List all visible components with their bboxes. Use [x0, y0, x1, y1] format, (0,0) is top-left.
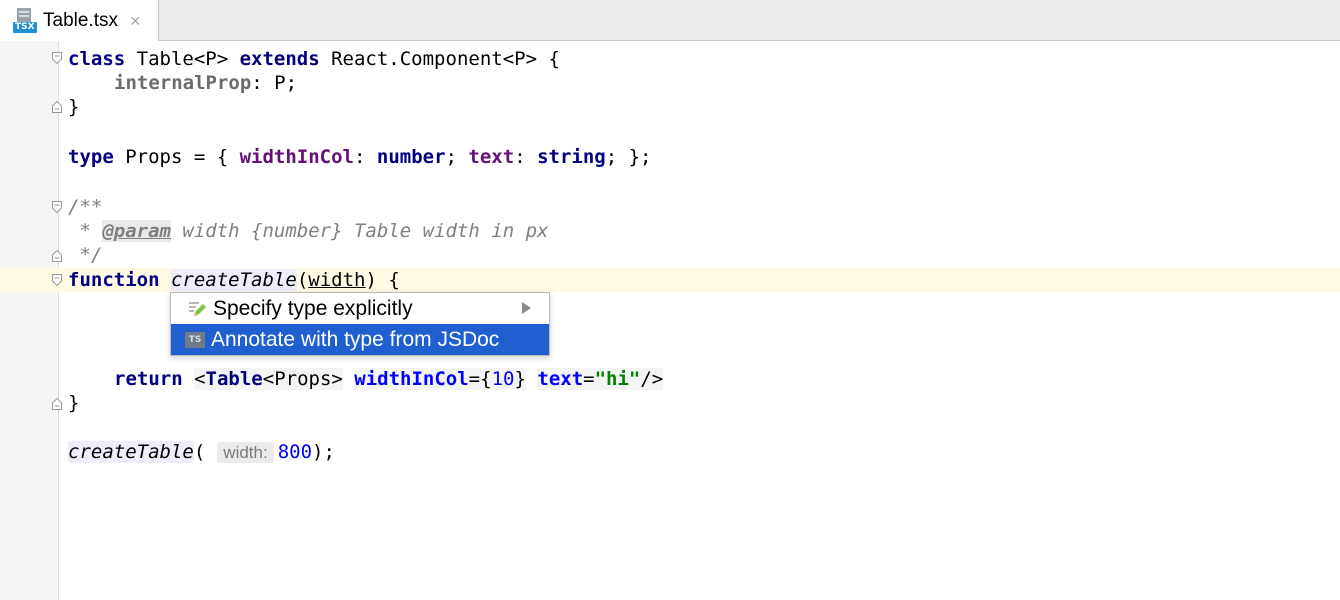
menu-item-annotate-jsdoc[interactable]: TS Annotate with type from JSDoc [171, 324, 549, 355]
fold-start-icon[interactable] [52, 201, 62, 213]
submenu-arrow-icon [522, 302, 531, 314]
code-line[interactable]: function createTable(width) { [68, 268, 400, 292]
code-line[interactable]: createTable(width: 800); [68, 440, 335, 464]
code-line[interactable]: } [68, 95, 79, 119]
fold-start-icon[interactable] [52, 52, 62, 64]
menu-item-label: Annotate with type from JSDoc [211, 327, 500, 351]
tab-label: Table.tsx [43, 9, 118, 31]
code-line[interactable]: /** [68, 195, 102, 219]
tsx-file-icon: TSX [13, 7, 39, 34]
parameter-hint: width: [217, 442, 274, 463]
pencil-icon [189, 301, 206, 316]
code-line[interactable]: type Props = { widthInCol: number; text:… [68, 145, 651, 169]
jsdoc-param-tag: @param [102, 220, 171, 242]
editor-tab-bar: TSX Table.tsx × [0, 0, 1340, 41]
close-icon[interactable]: × [130, 12, 141, 30]
parameter-width[interactable]: width [308, 269, 365, 291]
intention-actions-popup: Specify type explicitly TS Annotate with… [170, 292, 550, 356]
code-line[interactable]: internalProp: P; [114, 71, 297, 95]
function-call: createTable [68, 441, 194, 463]
ts-icon: TS [185, 331, 205, 348]
menu-item-label: Specify type explicitly [213, 296, 413, 320]
fold-end-icon[interactable] [52, 250, 62, 262]
menu-item-specify-type[interactable]: Specify type explicitly [171, 293, 549, 324]
editor-gutter [0, 41, 59, 600]
code-line[interactable]: return <Table<Props> widthInCol={10} tex… [114, 367, 664, 391]
fold-end-icon[interactable] [52, 101, 62, 113]
tab-table-tsx[interactable]: TSX Table.tsx × [0, 0, 159, 41]
fold-end-icon[interactable] [52, 398, 62, 410]
code-line[interactable]: } [68, 391, 79, 415]
function-name: createTable [170, 269, 297, 291]
fold-start-icon[interactable] [52, 274, 62, 286]
code-line[interactable]: */ [68, 243, 102, 267]
code-line[interactable]: * @param width {number} Table width in p… [68, 219, 548, 243]
code-line[interactable]: class Table<P> extends React.Component<P… [68, 47, 560, 71]
